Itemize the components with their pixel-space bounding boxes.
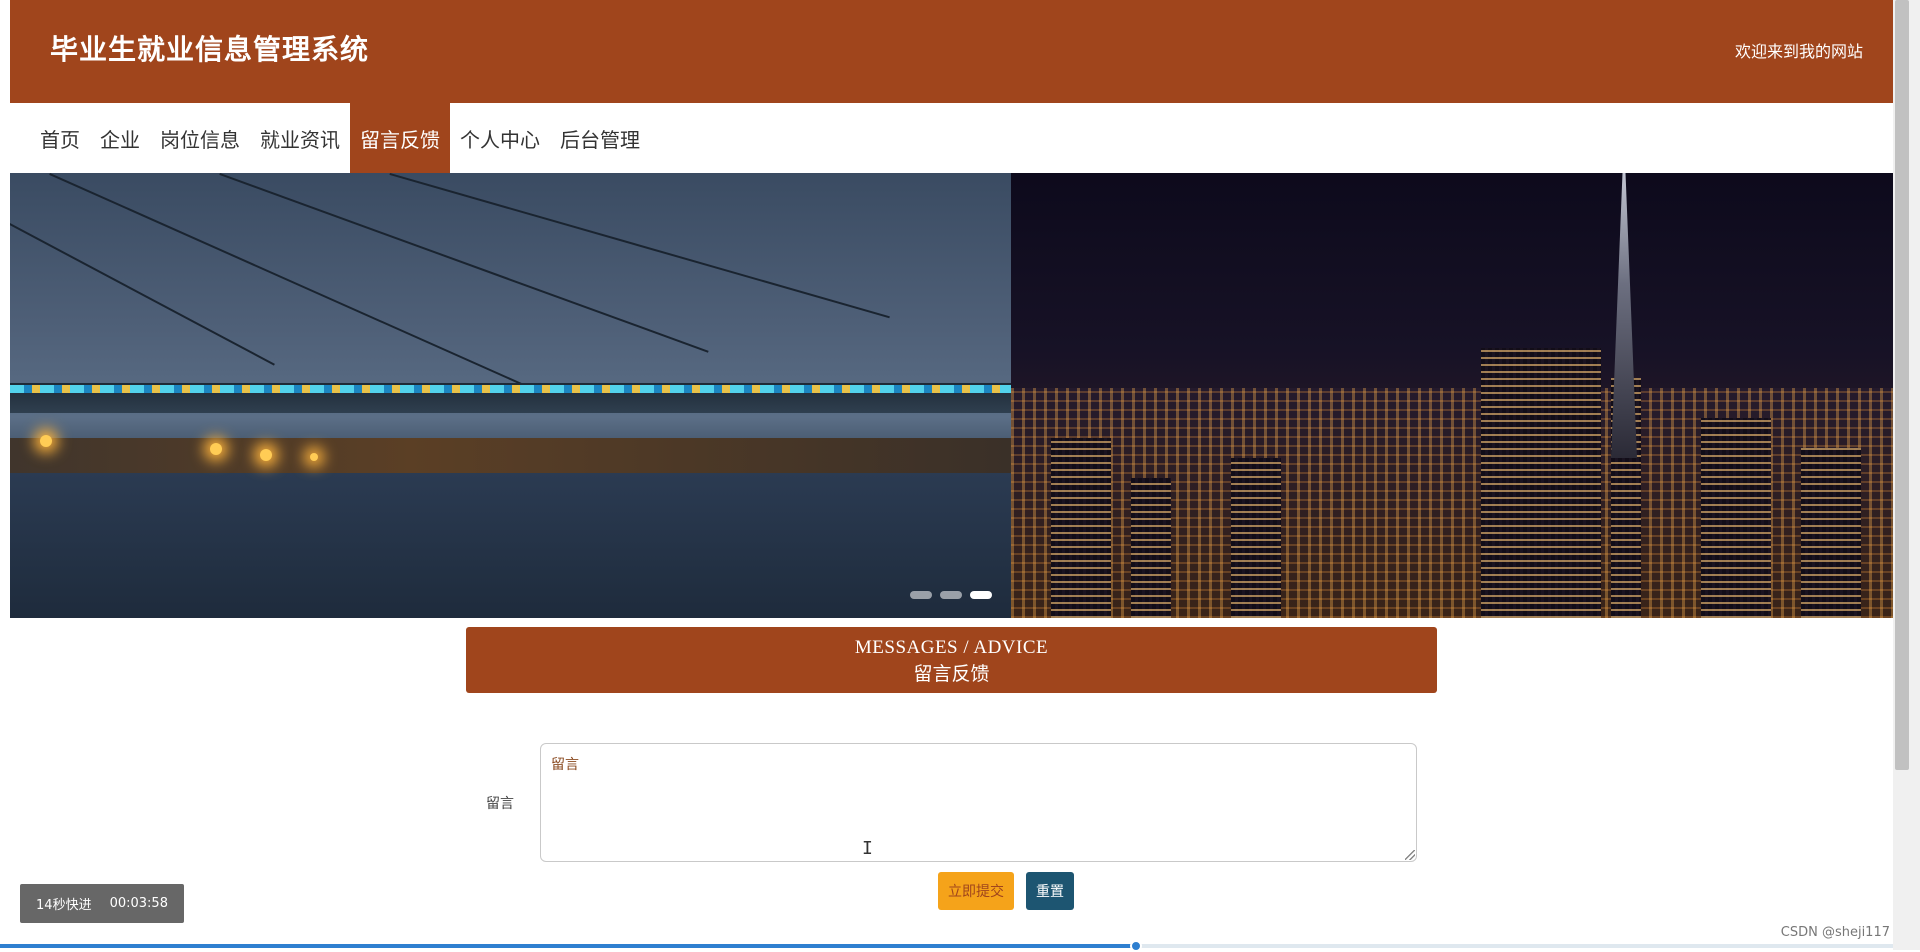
carousel-indicators — [910, 591, 992, 599]
message-textarea[interactable]: 留言 — [540, 743, 1417, 862]
message-label: 留言 — [486, 796, 514, 812]
video-progress-fill — [0, 944, 1136, 948]
textarea-resize-handle[interactable] — [1405, 850, 1415, 860]
site-title[interactable]: 毕业生就业信息管理系统 — [50, 28, 369, 68]
carousel-dot[interactable] — [910, 591, 932, 599]
video-progress-knob[interactable] — [1129, 940, 1142, 952]
playback-time: 00:03:58 — [109, 896, 168, 911]
banner-carousel[interactable] — [10, 173, 1893, 618]
carousel-dot[interactable] — [940, 591, 962, 599]
scrollbar-thumb[interactable] — [1895, 0, 1909, 770]
playback-badge[interactable]: 14秒快进 00:03:58 — [20, 884, 184, 923]
text-cursor-icon: I — [862, 838, 873, 859]
reset-button[interactable]: 重置 — [1026, 872, 1074, 910]
nav-item-home[interactable]: 首页 — [30, 103, 90, 173]
section-heading: MESSAGES / ADVICE 留言反馈 — [466, 627, 1437, 693]
nav-item-feedback[interactable]: 留言反馈 — [350, 103, 450, 173]
video-progress-bar[interactable] — [0, 940, 1893, 952]
banner-image-city — [1011, 173, 1893, 618]
section-title-cn: 留言反馈 — [913, 664, 990, 685]
welcome-text: 欢迎来到我的网站 — [1734, 42, 1863, 61]
submit-button[interactable]: 立即提交 — [938, 872, 1014, 910]
nav-item-company[interactable]: 企业 — [90, 103, 150, 173]
watermark-text: CSDN @sheji117 — [1780, 925, 1890, 940]
page-left-margin — [0, 0, 10, 950]
carousel-dot-active[interactable] — [970, 591, 992, 599]
banner-image-bridge — [10, 173, 1011, 618]
site-header: 毕业生就业信息管理系统 欢迎来到我的网站 — [10, 0, 1893, 103]
nav-item-admin[interactable]: 后台管理 — [550, 103, 650, 173]
nav-item-news[interactable]: 就业资讯 — [250, 103, 350, 173]
main-nav: 首页 企业 岗位信息 就业资讯 留言反馈 个人中心 后台管理 — [10, 103, 1893, 173]
section-title-en: MESSAGES / ADVICE — [854, 637, 1049, 658]
nav-item-jobs[interactable]: 岗位信息 — [150, 103, 250, 173]
skip-forward-label: 14秒快进 — [36, 898, 92, 913]
nav-item-profile[interactable]: 个人中心 — [450, 103, 550, 173]
